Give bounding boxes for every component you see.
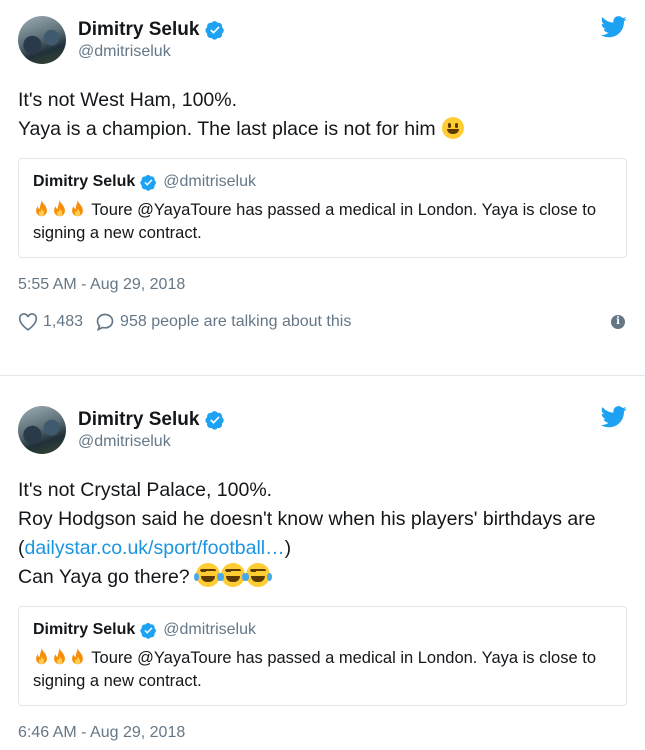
quoted-tweet-text: Toure @YayaToure has passed a medical in… (33, 647, 612, 693)
info-icon[interactable]: i (611, 315, 625, 329)
quoted-tweet-text: Toure @YayaToure has passed a medical in… (33, 199, 612, 245)
tweet-timestamp[interactable]: 6:46 AM - Aug 29, 2018 (18, 724, 627, 742)
verified-badge-icon (205, 411, 225, 430)
verified-badge-icon (205, 21, 225, 40)
speech-bubble-icon[interactable] (95, 312, 115, 332)
like-count[interactable]: 1,483 (43, 313, 83, 331)
tweet-line: It's not West Ham, 100%. (18, 89, 238, 111)
tweet-line: Can Yaya go there? (18, 563, 627, 592)
tweet-card[interactable]: Dimitry Seluk @dmitriseluk It's not West… (0, 0, 645, 376)
author-handle[interactable]: @dmitriseluk (78, 432, 225, 452)
avatar[interactable] (18, 16, 66, 64)
tears-of-joy-emoji-icon (194, 563, 223, 587)
quoted-author-handle: @dmitriseluk (163, 173, 256, 190)
quoted-tweet-body: Toure @YayaToure has passed a medical in… (33, 201, 597, 242)
author-handle[interactable]: @dmitriseluk (78, 42, 225, 62)
tweet-line-text: ) (284, 537, 292, 559)
fire-emoji-icon (36, 200, 47, 217)
author-identity[interactable]: Dimitry Seluk @dmitriseluk (78, 408, 225, 452)
tweet-line: Yaya is a champion. The last place is no… (18, 115, 627, 144)
author-name[interactable]: Dimitry Seluk (78, 408, 199, 432)
tweet-header: Dimitry Seluk @dmitriseluk (18, 14, 627, 66)
fire-emoji-icon (72, 200, 83, 217)
avatar[interactable] (18, 406, 66, 454)
fire-emoji-icon (54, 648, 65, 665)
twitter-bird-icon[interactable] (601, 406, 627, 428)
quoted-tweet-header: Dimitry Seluk @dmitriseluk (33, 173, 612, 191)
tweet-text: It's not West Ham, 100%. Yaya is a champ… (18, 86, 627, 144)
talking-count[interactable]: 958 people are talking about this (120, 313, 351, 331)
tweet-header: Dimitry Seluk @dmitriseluk (18, 404, 627, 456)
fire-emoji-icon (36, 648, 47, 665)
tweet-line-text: Can Yaya go there? (18, 566, 196, 588)
verified-badge-icon (140, 622, 157, 639)
tweet-line: It's not Crystal Palace, 100%. (18, 479, 273, 501)
tweet-card[interactable]: Dimitry Seluk @dmitriseluk It's not Crys… (0, 376, 645, 750)
tweet-timestamp[interactable]: 5:55 AM - Aug 29, 2018 (18, 276, 627, 294)
tweet-line: Roy Hodgson said he doesn't know when hi… (18, 505, 627, 563)
quoted-tweet-header: Dimitry Seluk @dmitriseluk (33, 621, 612, 639)
quoted-author-name: Dimitry Seluk (33, 621, 136, 638)
tweet-line-text: Yaya is a champion. The last place is no… (18, 118, 436, 140)
tears-of-joy-emoji-icon (219, 563, 248, 587)
verified-badge-icon (140, 174, 157, 191)
quoted-author-name: Dimitry Seluk (33, 173, 136, 190)
article-link[interactable]: dailystar.co.uk/sport/football… (25, 537, 285, 559)
smile-emoji-icon (441, 117, 464, 139)
fire-emoji-icon (72, 648, 83, 665)
quoted-tweet[interactable]: Dimitry Seluk @dmitriseluk Toure @YayaTo… (18, 606, 627, 706)
tweet-text: It's not Crystal Palace, 100%. Roy Hodgs… (18, 476, 627, 592)
twitter-bird-icon[interactable] (601, 16, 627, 38)
quoted-tweet[interactable]: Dimitry Seluk @dmitriseluk Toure @YayaTo… (18, 158, 627, 258)
tweet-actions: 1,483 958 people are talking about this … (18, 312, 627, 332)
heart-icon[interactable] (18, 313, 38, 331)
quoted-author-handle: @dmitriseluk (163, 621, 256, 638)
fire-emoji-icon (54, 200, 65, 217)
author-name[interactable]: Dimitry Seluk (78, 18, 199, 42)
author-identity[interactable]: Dimitry Seluk @dmitriseluk (78, 18, 225, 62)
quoted-tweet-body: Toure @YayaToure has passed a medical in… (33, 649, 597, 690)
tears-of-joy-emoji-icon (244, 563, 273, 587)
